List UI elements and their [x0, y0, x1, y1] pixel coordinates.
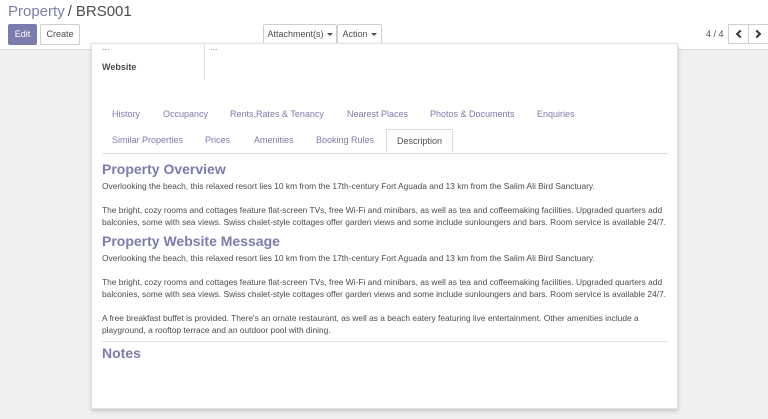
caret-down-icon	[326, 33, 333, 37]
tab-similar-properties[interactable]: Similar Properties	[112, 135, 183, 145]
breadcrumb: Property / BRS001	[8, 3, 132, 21]
tab-history[interactable]: History	[112, 109, 140, 119]
attachments-dropdown[interactable]: Attachment(s)	[263, 24, 337, 45]
pager-next-button[interactable]	[748, 24, 768, 44]
action-dropdown[interactable]: Action	[337, 24, 382, 45]
website-message-heading: Property Website Message	[102, 233, 280, 249]
notes-heading: Notes	[102, 345, 141, 361]
chevron-right-icon	[752, 29, 762, 39]
overview-paragraph-1: Overlooking the beach, this relaxed reso…	[102, 181, 595, 191]
cut-off-field-label: ...	[102, 43, 110, 52]
edit-button[interactable]: Edit	[8, 24, 37, 45]
overview-paragraph-2: The bright, cozy rooms and cottages feat…	[102, 205, 667, 227]
website-paragraph-1: Overlooking the beach, this relaxed reso…	[102, 253, 595, 263]
field-divider	[204, 44, 205, 80]
tab-divider	[102, 153, 668, 154]
action-label: Action	[342, 29, 368, 39]
tab-photos-documents[interactable]: Photos & Documents	[430, 109, 515, 119]
attachments-label: Attachment(s)	[267, 29, 324, 39]
breadcrumb-separator: /	[67, 3, 72, 20]
caret-down-icon	[370, 33, 377, 37]
chevron-left-icon	[735, 29, 745, 39]
tab-occupancy[interactable]: Occupancy	[163, 109, 208, 119]
property-overview-heading: Property Overview	[102, 161, 226, 177]
tab-amenities[interactable]: Amenities	[254, 135, 294, 145]
create-button[interactable]: Create	[40, 24, 80, 45]
website-paragraph-2: The bright, cozy rooms and cottages feat…	[102, 277, 667, 299]
tab-booking-rules[interactable]: Booking Rules	[316, 135, 374, 145]
tab-nearest-places[interactable]: Nearest Places	[347, 109, 408, 119]
tab-description[interactable]: Description	[386, 129, 454, 152]
pager-value[interactable]: 4 / 4	[706, 29, 724, 39]
form-sheet: ... ... Website History Occupancy Rents,…	[91, 43, 678, 409]
tab-prices[interactable]: Prices	[205, 135, 230, 145]
description-content: Property Overview Overlooking the beach,…	[102, 161, 668, 361]
website-paragraph-3: A free breakfast buffet is provided. The…	[102, 313, 639, 335]
website-field-label: Website	[102, 62, 137, 72]
pager-previous-button[interactable]	[728, 24, 749, 44]
tab-rents-rates-tenancy[interactable]: Rents,Rates & Tenancy	[230, 109, 324, 119]
breadcrumb-current: BRS001	[75, 3, 132, 20]
cut-off-field-value: ...	[210, 43, 218, 52]
tab-enquiries[interactable]: Enquiries	[537, 109, 575, 119]
section-divider	[102, 341, 668, 342]
breadcrumb-parent-link[interactable]: Property	[8, 3, 65, 20]
